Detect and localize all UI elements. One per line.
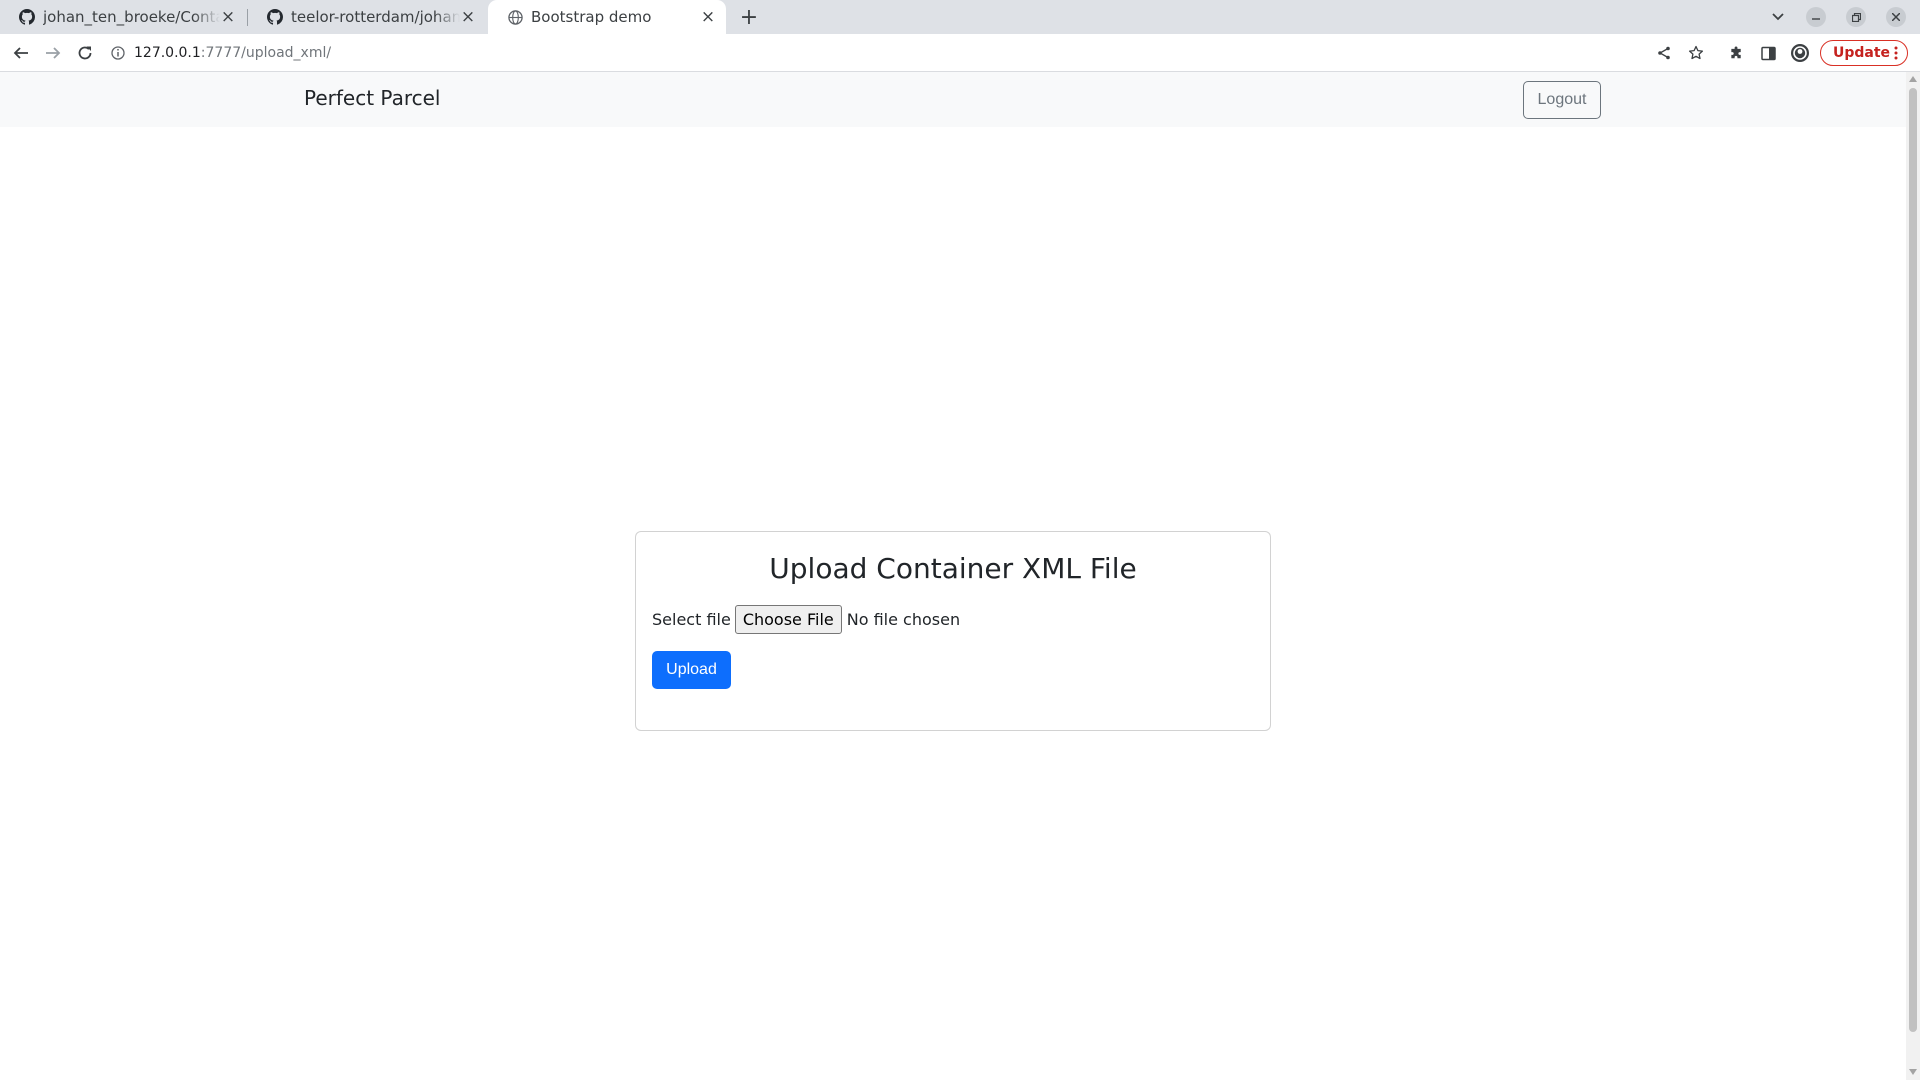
update-browser-button[interactable]: Update	[1820, 40, 1908, 66]
tab-title: Bootstrap demo	[531, 8, 652, 26]
navbar: Perfect Parcel Logout	[0, 72, 1906, 127]
browser-tab-strip: johan_ten_broeke/Contai × teelor-rotterd…	[0, 0, 1920, 34]
globe-icon	[507, 9, 523, 25]
browser-tab-3[interactable]: Bootstrap demo ×	[488, 0, 726, 34]
restore-window-button[interactable]	[1846, 7, 1866, 27]
share-icon[interactable]	[1654, 43, 1674, 63]
brand-title[interactable]: Perfect Parcel	[304, 86, 440, 110]
file-input-row: Select file Choose File No file chosen	[652, 605, 960, 634]
reload-icon[interactable]	[75, 43, 95, 63]
upload-button[interactable]: Upload	[652, 651, 731, 689]
file-status-text: No file chosen	[846, 610, 961, 629]
browser-tab-2[interactable]: teelor-rotterdam/johan_t ×	[248, 0, 486, 34]
close-window-button[interactable]	[1886, 7, 1906, 27]
update-label: Update	[1833, 45, 1891, 61]
github-icon	[19, 9, 35, 25]
choose-file-button[interactable]: Choose File	[734, 605, 842, 634]
upload-card-title: Upload Container XML File	[769, 552, 1137, 585]
site-info-icon[interactable]	[110, 45, 126, 61]
bookmark-star-icon[interactable]	[1686, 43, 1706, 63]
minimize-window-button[interactable]	[1806, 7, 1826, 27]
close-tab-icon[interactable]: ×	[220, 7, 236, 27]
profile-avatar-icon[interactable]	[1790, 43, 1810, 63]
more-menu-icon	[1894, 46, 1898, 64]
extensions-puzzle-icon[interactable]	[1726, 43, 1746, 63]
scroll-up-arrow-icon[interactable]	[1909, 75, 1917, 83]
tab-title: johan_ten_broeke/Contai	[43, 8, 220, 26]
upload-card: Upload Container XML File Select file Ch…	[635, 531, 1271, 731]
tab-title: teelor-rotterdam/johan_t	[291, 8, 460, 26]
logout-button[interactable]: Logout	[1523, 81, 1601, 119]
forward-arrow-icon[interactable]	[43, 43, 63, 63]
address-bar[interactable]: 127.0.0.1:7777/upload_xml/	[110, 37, 1610, 69]
browser-tab-1[interactable]: johan_ten_broeke/Contai ×	[0, 0, 246, 34]
url-path: :7777/upload_xml/	[200, 45, 332, 61]
page-scrollbar[interactable]	[1906, 72, 1920, 1080]
tab-search-icon[interactable]	[1768, 7, 1788, 27]
file-label: Select file	[652, 610, 731, 629]
github-icon	[267, 9, 283, 25]
close-tab-icon[interactable]: ×	[700, 7, 716, 27]
close-tab-icon[interactable]: ×	[460, 7, 476, 27]
scrollbar-thumb[interactable]	[1909, 88, 1917, 1032]
browser-toolbar: 127.0.0.1:7777/upload_xml/ Update	[0, 34, 1920, 72]
url-host: 127.0.0.1	[134, 45, 201, 61]
page-viewport: Perfect Parcel Logout Upload Container X…	[0, 72, 1906, 1080]
side-panel-icon[interactable]	[1758, 43, 1778, 63]
scroll-down-arrow-icon[interactable]	[1909, 1068, 1917, 1076]
back-arrow-icon[interactable]	[11, 43, 31, 63]
new-tab-button[interactable]: +	[737, 5, 761, 30]
